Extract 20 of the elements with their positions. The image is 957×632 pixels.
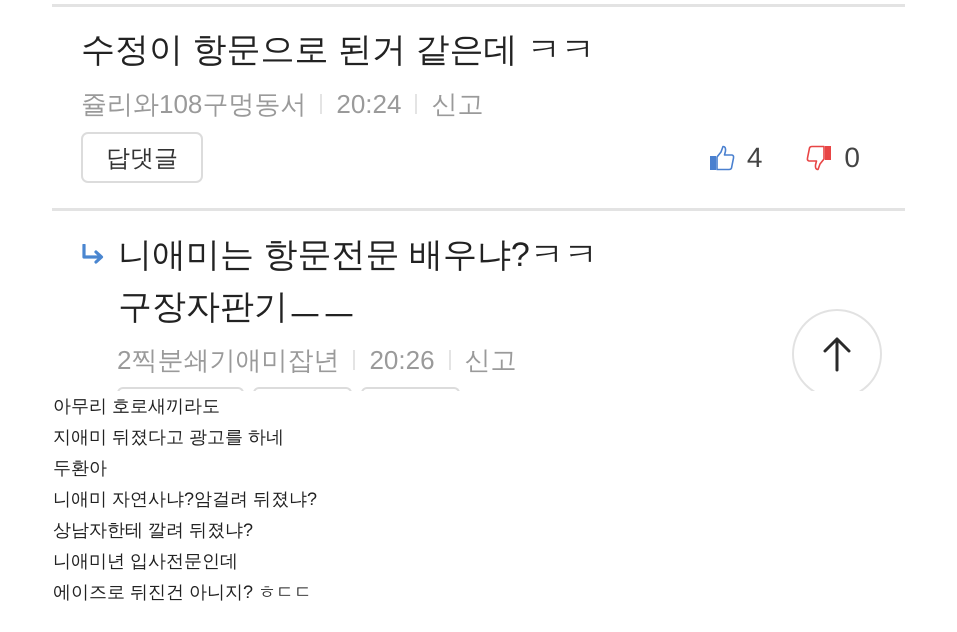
reply-arrow-icon <box>81 244 105 264</box>
text-line: 에이즈로 뒤진건 아니지? ㅎㄷㄷ <box>53 581 312 604</box>
comment-time: 20:26 <box>369 344 435 377</box>
text-line: 지애미 뒤졌다고 광고를 하네 <box>53 426 284 449</box>
comment-text: 니애미는 항문전문 배우냐?ㅋㅋ 구장자판기ㅡㅡ <box>118 235 598 328</box>
comment-time: 20:24 <box>336 88 402 121</box>
comment-text: 수정이 항문으로 된거 같은데 ㅋㅋ <box>81 30 595 71</box>
dislike-button[interactable]: 0 <box>806 142 860 174</box>
author-name: 2찍분쇄기애미잡년 <box>117 344 340 377</box>
text-line: 상남자한테 깔려 뒤졌냐? <box>53 519 254 542</box>
like-button[interactable]: 4 <box>708 142 762 174</box>
thumbs-up-icon <box>708 144 735 170</box>
up-arrow-icon <box>822 336 852 372</box>
text-line: 아무리 호로새끼라도 <box>53 395 220 418</box>
thumbs-down-icon <box>806 144 832 170</box>
reply-button[interactable]: 답댓글 <box>81 132 203 183</box>
text-line: 두환아 <box>53 457 107 480</box>
author-name: 쥴리와108구멍동서 <box>81 88 306 121</box>
text-line: 니애미년 입사전문인데 <box>53 550 238 573</box>
text-line: 니애미 자연사냐?암걸려 뒤졌냐? <box>53 488 318 511</box>
